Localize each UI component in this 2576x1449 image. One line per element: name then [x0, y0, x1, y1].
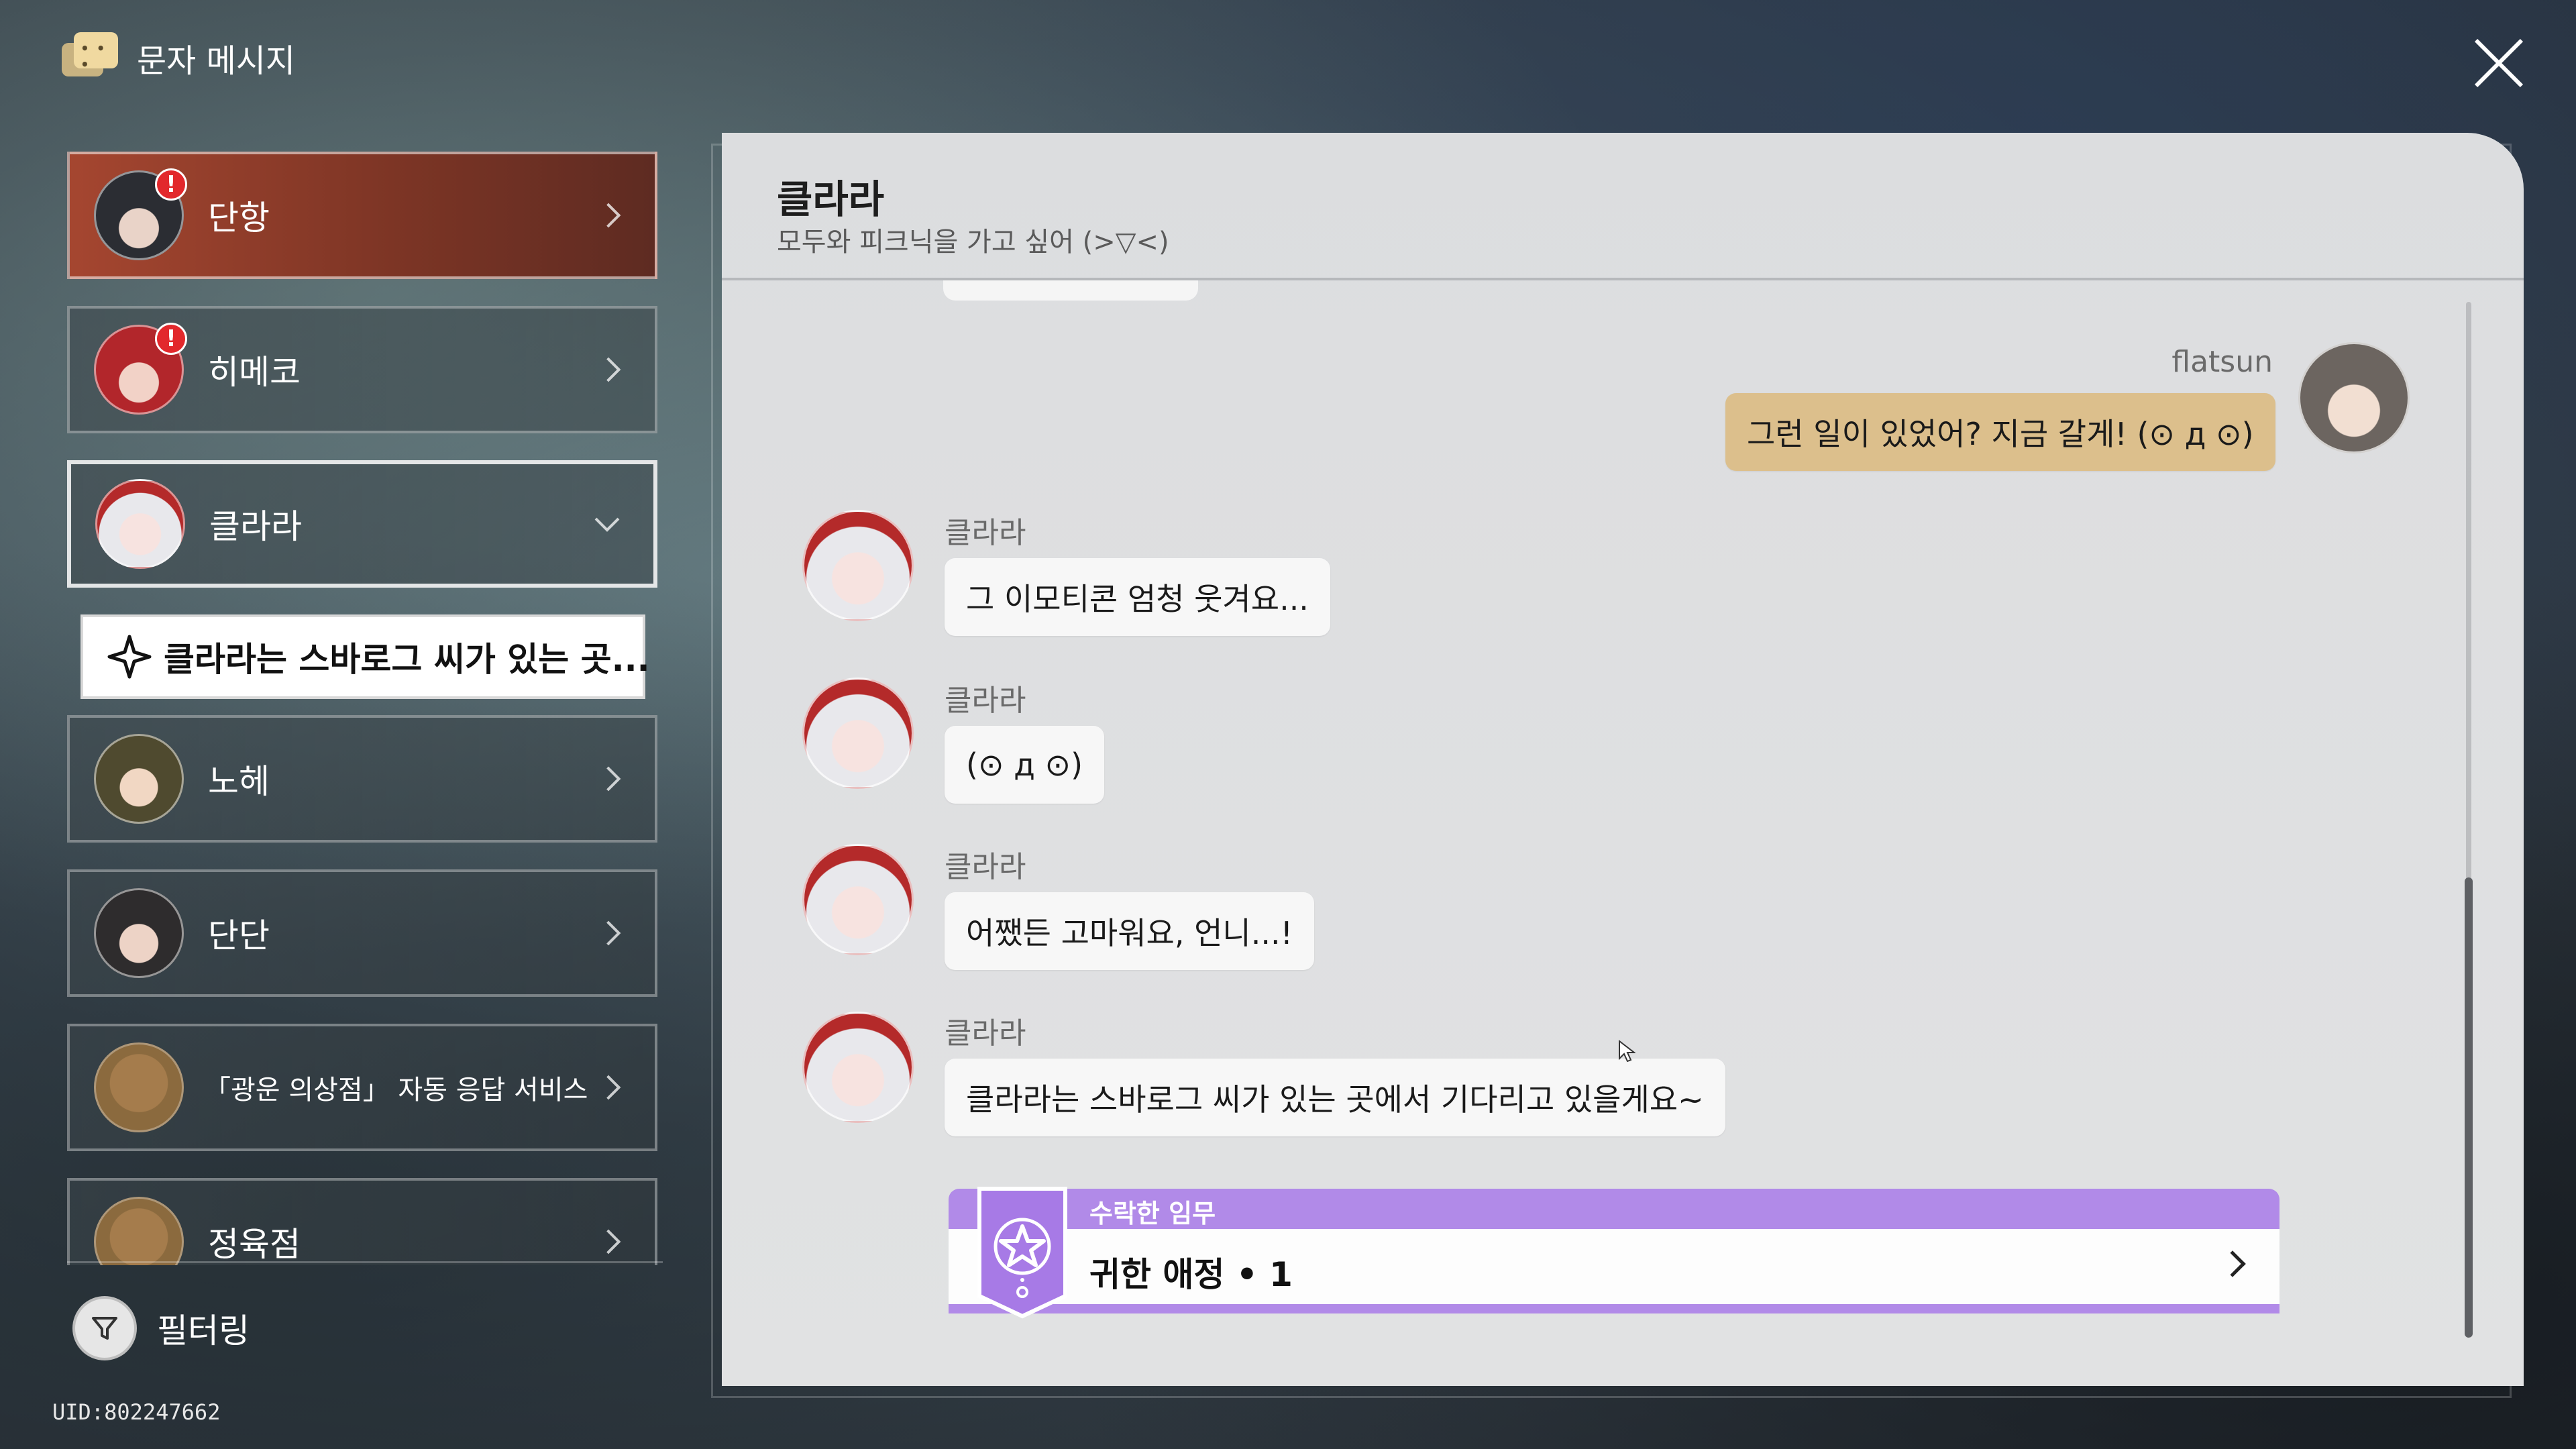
filter-label: 필터링: [157, 1311, 250, 1350]
chat-contact-status: 모두와 피크닉을 가고 싶어 (>▽<): [777, 227, 1169, 258]
chat-contact-name: 클라라: [777, 176, 885, 222]
avatar: [2298, 342, 2410, 453]
mission-title: 귀한 애정 • 1: [1089, 1255, 1293, 1294]
list-divider: [67, 1261, 663, 1263]
mission-star-icon: [977, 1182, 1068, 1319]
mouse-cursor-icon: [1618, 1039, 1636, 1063]
message-sender: flatsun: [2171, 345, 2273, 379]
avatar: [95, 479, 185, 569]
contact-item-nohe[interactable]: 노헤: [67, 715, 657, 843]
avatar: [802, 844, 914, 955]
mission-header-label: 수락한 임무: [1089, 1199, 1216, 1228]
message-sender: 클라라: [945, 850, 1026, 884]
contact-item-himeko[interactable]: ! 히메코: [67, 306, 657, 433]
contact-item-dandan[interactable]: 단단: [67, 869, 657, 997]
contact-item-butcher[interactable]: 정육점: [67, 1178, 657, 1265]
close-icon[interactable]: [2470, 34, 2528, 91]
message-sender: 클라라: [945, 684, 1026, 718]
filter-icon: [72, 1296, 137, 1360]
contact-item-danhang[interactable]: ! 단항: [67, 152, 657, 279]
chevron-right-icon: [596, 203, 621, 228]
contact-name: 「광운 의상점」 자동 응답 서비스: [204, 1075, 588, 1106]
message-bubble: (⊙ д ⊙): [945, 726, 1105, 804]
filter-button[interactable]: 필터링: [72, 1296, 250, 1360]
message-sender: 클라라: [945, 516, 1026, 550]
message-bubbles-icon: [62, 32, 119, 83]
mission-card[interactable]: 수락한 임무 귀한 애정 • 1: [949, 1187, 2279, 1319]
message-bubble: 그 이모티콘 엄청 웃겨요...: [945, 558, 1330, 636]
contact-name: 정육점: [208, 1225, 301, 1264]
mission-bottom-bar: [949, 1304, 2279, 1313]
message-sender: 클라라: [945, 1016, 1026, 1051]
avatar: [802, 678, 914, 789]
contact-name: 클라라: [209, 507, 302, 546]
chat-scrollbar-thumb[interactable]: [2465, 877, 2473, 1338]
unread-badge: !: [155, 168, 187, 201]
message-bubble: 클라라는 스바로그 씨가 있는 곳에서 기다리고 있을게요~: [945, 1059, 1725, 1136]
avatar: [94, 1042, 184, 1132]
avatar: [94, 734, 184, 824]
chevron-right-icon: [596, 920, 621, 946]
quest-thread-item[interactable]: 클라라는 스바로그 씨가 있는 곳...: [80, 614, 650, 699]
chat-panel: 클라라 모두와 피크닉을 가고 싶어 (>▽<) flatsun 그런 일이 있…: [722, 133, 2524, 1386]
contact-item-clothing-shop[interactable]: 「광운 의상점」 자동 응답 서비스: [67, 1024, 657, 1151]
mission-body: 귀한 애정 • 1: [949, 1229, 2279, 1304]
contact-name: 히메코: [208, 353, 301, 392]
avatar: !: [94, 168, 187, 260]
chevron-right-icon: [596, 1229, 621, 1254]
chevron-right-icon: [596, 357, 621, 382]
app-title: 문자 메시지: [62, 32, 295, 83]
mission-header: 수락한 임무: [949, 1189, 2279, 1229]
chevron-right-icon: [2219, 1250, 2246, 1277]
quest-thread-label: 클라라는 스바로그 씨가 있는 곳...: [164, 640, 650, 679]
chevron-down-icon: [594, 507, 620, 532]
message-bubble: 어쨌든 고마워요, 언니...!: [945, 892, 1315, 970]
uid-label: UID:802247662: [52, 1399, 221, 1425]
message-bubble: 그런 일이 있었어? 지금 갈게! (⊙ д ⊙): [1725, 393, 2275, 471]
contact-name: 단단: [208, 916, 270, 955]
contact-item-clara[interactable]: 클라라: [67, 460, 657, 588]
chevron-right-icon: [596, 766, 621, 792]
avatar: [802, 510, 914, 621]
chat-header: 클라라 모두와 피크닉을 가고 싶어 (>▽<): [722, 133, 2524, 280]
unread-badge: !: [155, 323, 187, 355]
avatar: [94, 1197, 184, 1265]
previous-message-bubble: [943, 280, 1198, 301]
app-title-label: 문자 메시지: [137, 42, 296, 80]
avatar: !: [94, 323, 187, 415]
contact-name: 노헤: [208, 762, 270, 801]
contact-list[interactable]: ! 단항 ! 히메코 클라라 클라라는 스바로그 씨가 있는 곳... 노헤 단…: [67, 152, 657, 1265]
avatar: [802, 1012, 914, 1123]
chevron-right-icon: [596, 1075, 621, 1100]
four-point-star-icon: [107, 635, 152, 679]
avatar: [94, 888, 184, 978]
contact-name: 단항: [208, 199, 270, 237]
